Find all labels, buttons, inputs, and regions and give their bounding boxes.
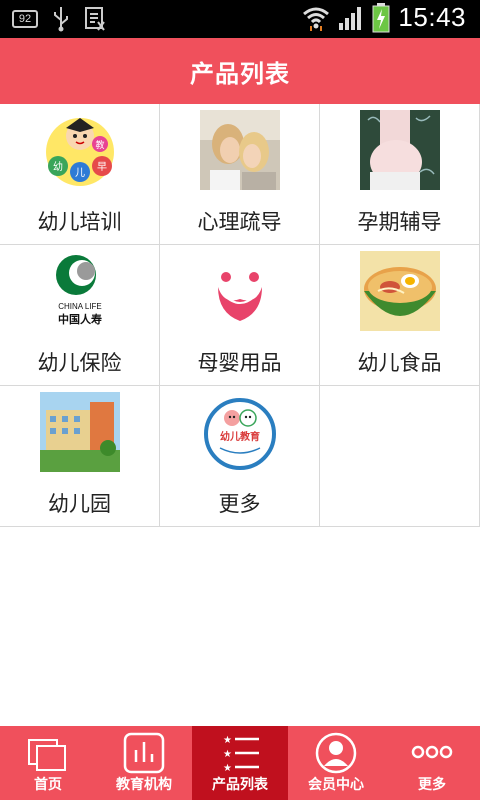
usb-icon (54, 7, 68, 32)
svg-text:★: ★ (223, 749, 232, 760)
more-icon (411, 745, 453, 759)
svg-text:儿: 儿 (75, 167, 85, 179)
svg-text:幼: 幼 (53, 160, 63, 173)
product-label: 孕期辅导 (357, 210, 442, 234)
signal-icon (339, 6, 362, 30)
tab-product-list[interactable]: ★ ★ ★ 产品列表 (192, 726, 288, 800)
svg-text:中国人寿: 中国人寿 (58, 312, 102, 326)
svg-text:早: 早 (97, 161, 107, 173)
chart-icon (123, 732, 165, 774)
title-bar: 产品列表 (0, 38, 480, 104)
tab-label: 教育机构 (116, 777, 172, 793)
tab-label: 会员中心 (308, 777, 364, 793)
product-item-more[interactable]: 幼儿教育 更多 (160, 386, 320, 527)
clock: 15:43 (398, 2, 466, 32)
status-bar: 92 15:43 (0, 0, 480, 38)
product-item-counseling[interactable]: 心理疏导 (160, 104, 320, 245)
battery-icon (372, 2, 390, 32)
svg-text:★: ★ (223, 763, 232, 774)
svg-text:幼儿教育: 幼儿教育 (220, 430, 260, 443)
tab-label: 产品列表 (212, 777, 268, 793)
product-label: 幼儿食品 (357, 351, 442, 375)
notification-badge-icon: 92 (12, 10, 38, 28)
bottom-tab-bar: 首页 教育机构 ★ ★ ★ 产品列表 会员中心 更多 (0, 726, 480, 800)
product-label: 幼儿培训 (37, 210, 122, 234)
svg-text:CHINA LIFE: CHINA LIFE (58, 302, 102, 311)
preschool-education-logo-icon: 幼儿教育 (204, 398, 276, 470)
home-icon (28, 739, 66, 771)
wifi-icon (303, 7, 330, 31)
product-item-baby-food[interactable]: 幼儿食品 (320, 245, 480, 386)
list-icon: ★ ★ ★ (223, 735, 259, 774)
early-education-logo-icon: 幼 儿 早 教 (46, 118, 114, 186)
noodle-bowl-photo-icon (360, 251, 440, 331)
tab-more[interactable]: 更多 (384, 726, 480, 800)
kindergarten-photo-icon (40, 392, 120, 472)
product-label: 更多 (218, 492, 261, 516)
product-item-baby-supplies[interactable]: 母婴用品 (160, 245, 320, 386)
tab-label: 更多 (418, 777, 446, 793)
tab-institutions[interactable]: 教育机构 (96, 726, 192, 800)
page-title: 产品列表 (190, 59, 290, 88)
product-grid: 幼 儿 早 教 幼儿培训 心理疏导 孕期辅导 CHINA LIFE 中国人寿 幼… (0, 104, 480, 527)
product-label: 幼儿保险 (37, 351, 122, 375)
product-item-pregnancy[interactable]: 孕期辅导 (320, 104, 480, 245)
pregnancy-photo-icon (360, 110, 440, 190)
product-item-kindergarten[interactable]: 幼儿园 (0, 386, 160, 527)
product-label: 母婴用品 (197, 351, 282, 375)
tab-member-center[interactable]: 会员中心 (288, 726, 384, 800)
tab-label: 首页 (34, 777, 62, 793)
baby-supplies-logo-icon (218, 272, 262, 321)
china-life-logo-icon: CHINA LIFE 中国人寿 (56, 255, 102, 326)
svg-text:教: 教 (95, 139, 104, 151)
sim-icon (85, 7, 105, 31)
product-label: 心理疏导 (197, 210, 282, 234)
user-icon (315, 732, 357, 774)
product-label: 幼儿园 (48, 492, 111, 516)
tab-home[interactable]: 首页 (0, 726, 96, 800)
empty-cell (320, 386, 480, 527)
product-item-insurance[interactable]: CHINA LIFE 中国人寿 幼儿保险 (0, 245, 160, 386)
svg-text:★: ★ (223, 735, 232, 746)
counseling-photo-icon (200, 110, 280, 190)
product-item-early-education[interactable]: 幼 儿 早 教 幼儿培训 (0, 104, 160, 245)
